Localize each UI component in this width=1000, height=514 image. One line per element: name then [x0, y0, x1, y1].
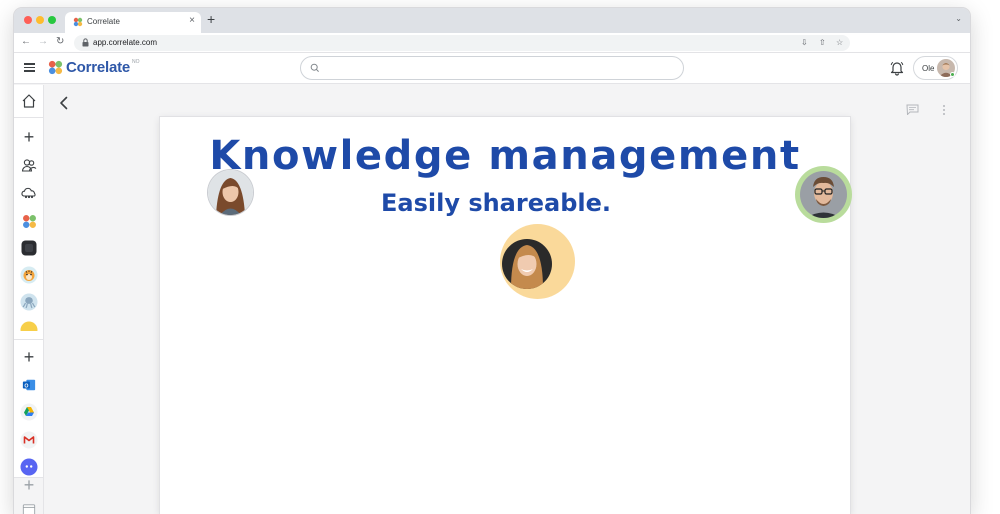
- comment-icon[interactable]: [906, 104, 919, 115]
- rail-fade: [14, 331, 43, 339]
- user-name: Ole: [922, 64, 935, 73]
- svg-text:O: O: [24, 383, 28, 389]
- correlate-favicon-icon: [73, 17, 83, 27]
- collaborator-avatar-woman-left[interactable]: [208, 170, 253, 215]
- outlook-icon[interactable]: O: [20, 376, 38, 394]
- url-text: app.correlate.com: [93, 38, 158, 47]
- install-app-icon[interactable]: ⇩: [801, 38, 808, 47]
- panel-icon[interactable]: [20, 501, 38, 514]
- document-headline[interactable]: Knowledge management: [160, 133, 850, 179]
- cloud-group-icon[interactable]: [20, 184, 38, 202]
- logo-region-label: NO: [132, 59, 140, 65]
- correlate-logo-icon: [48, 60, 63, 75]
- tab-strip: Correlate × + ⌄: [14, 8, 970, 33]
- tab-close-icon[interactable]: ×: [189, 15, 195, 26]
- forward-nav-icon[interactable]: →: [38, 36, 48, 47]
- rail-divider: [14, 339, 43, 340]
- home-icon[interactable]: [20, 92, 38, 110]
- app-header: Correlate NO Ole: [14, 53, 970, 84]
- dark-workspace-icon[interactable]: [20, 239, 38, 257]
- add-workspace-icon[interactable]: +: [20, 127, 38, 147]
- close-window-button[interactable]: [24, 16, 32, 24]
- octopus-workspace-icon[interactable]: [20, 293, 38, 311]
- new-tab-button[interactable]: +: [207, 11, 215, 27]
- minimize-window-button[interactable]: [36, 16, 44, 24]
- lock-icon: [82, 38, 89, 47]
- people-icon[interactable]: [20, 156, 38, 174]
- document-subline[interactable]: Easily shareable.: [160, 189, 832, 217]
- collaborator-avatar-woman-smiling[interactable]: [502, 239, 552, 289]
- add-more-icon[interactable]: +: [20, 475, 38, 495]
- browser-toolbar: ← → ↻ app.correlate.com ⇩ ⇧ ☆: [14, 33, 970, 53]
- document-canvas[interactable]: Knowledge management Easily shareable.: [160, 117, 850, 514]
- add-integration-icon[interactable]: +: [20, 347, 38, 367]
- tab-title: Correlate: [87, 17, 120, 26]
- browser-tab[interactable]: Correlate ×: [65, 12, 201, 33]
- menu-icon[interactable]: [24, 63, 35, 72]
- more-options-icon[interactable]: [942, 104, 946, 116]
- tab-search-icon[interactable]: ⌄: [955, 14, 962, 23]
- left-rail: + + O +: [14, 85, 44, 514]
- online-status-dot: [950, 72, 955, 77]
- browser-window: Correlate × + ⌄ ← → ↻ app.correlate.com …: [14, 8, 970, 514]
- notification-bell-icon[interactable]: [890, 60, 904, 76]
- back-chevron-icon[interactable]: [59, 96, 69, 110]
- address-bar[interactable]: app.correlate.com ⇩ ⇧ ☆: [74, 35, 850, 51]
- logo-text[interactable]: Correlate: [66, 59, 130, 76]
- search-icon: [310, 63, 319, 72]
- discord-icon[interactable]: [20, 458, 38, 476]
- google-drive-icon[interactable]: [20, 403, 38, 421]
- tiger-workspace-icon[interactable]: [20, 266, 38, 284]
- gmail-icon[interactable]: [20, 431, 38, 449]
- correlate-workspace-icon[interactable]: [20, 212, 38, 230]
- reload-icon[interactable]: ↻: [56, 36, 64, 47]
- back-nav-icon[interactable]: ←: [21, 36, 31, 47]
- collaborator-avatar-man-glasses[interactable]: [800, 171, 847, 218]
- rail-divider: [14, 117, 43, 118]
- user-menu-button[interactable]: Ole: [913, 56, 958, 80]
- share-icon[interactable]: ⇧: [819, 38, 826, 47]
- rail-footer: +: [14, 475, 43, 514]
- bookmark-star-icon[interactable]: ☆: [836, 38, 843, 47]
- search-input[interactable]: [300, 56, 684, 80]
- maximize-window-button[interactable]: [48, 16, 56, 24]
